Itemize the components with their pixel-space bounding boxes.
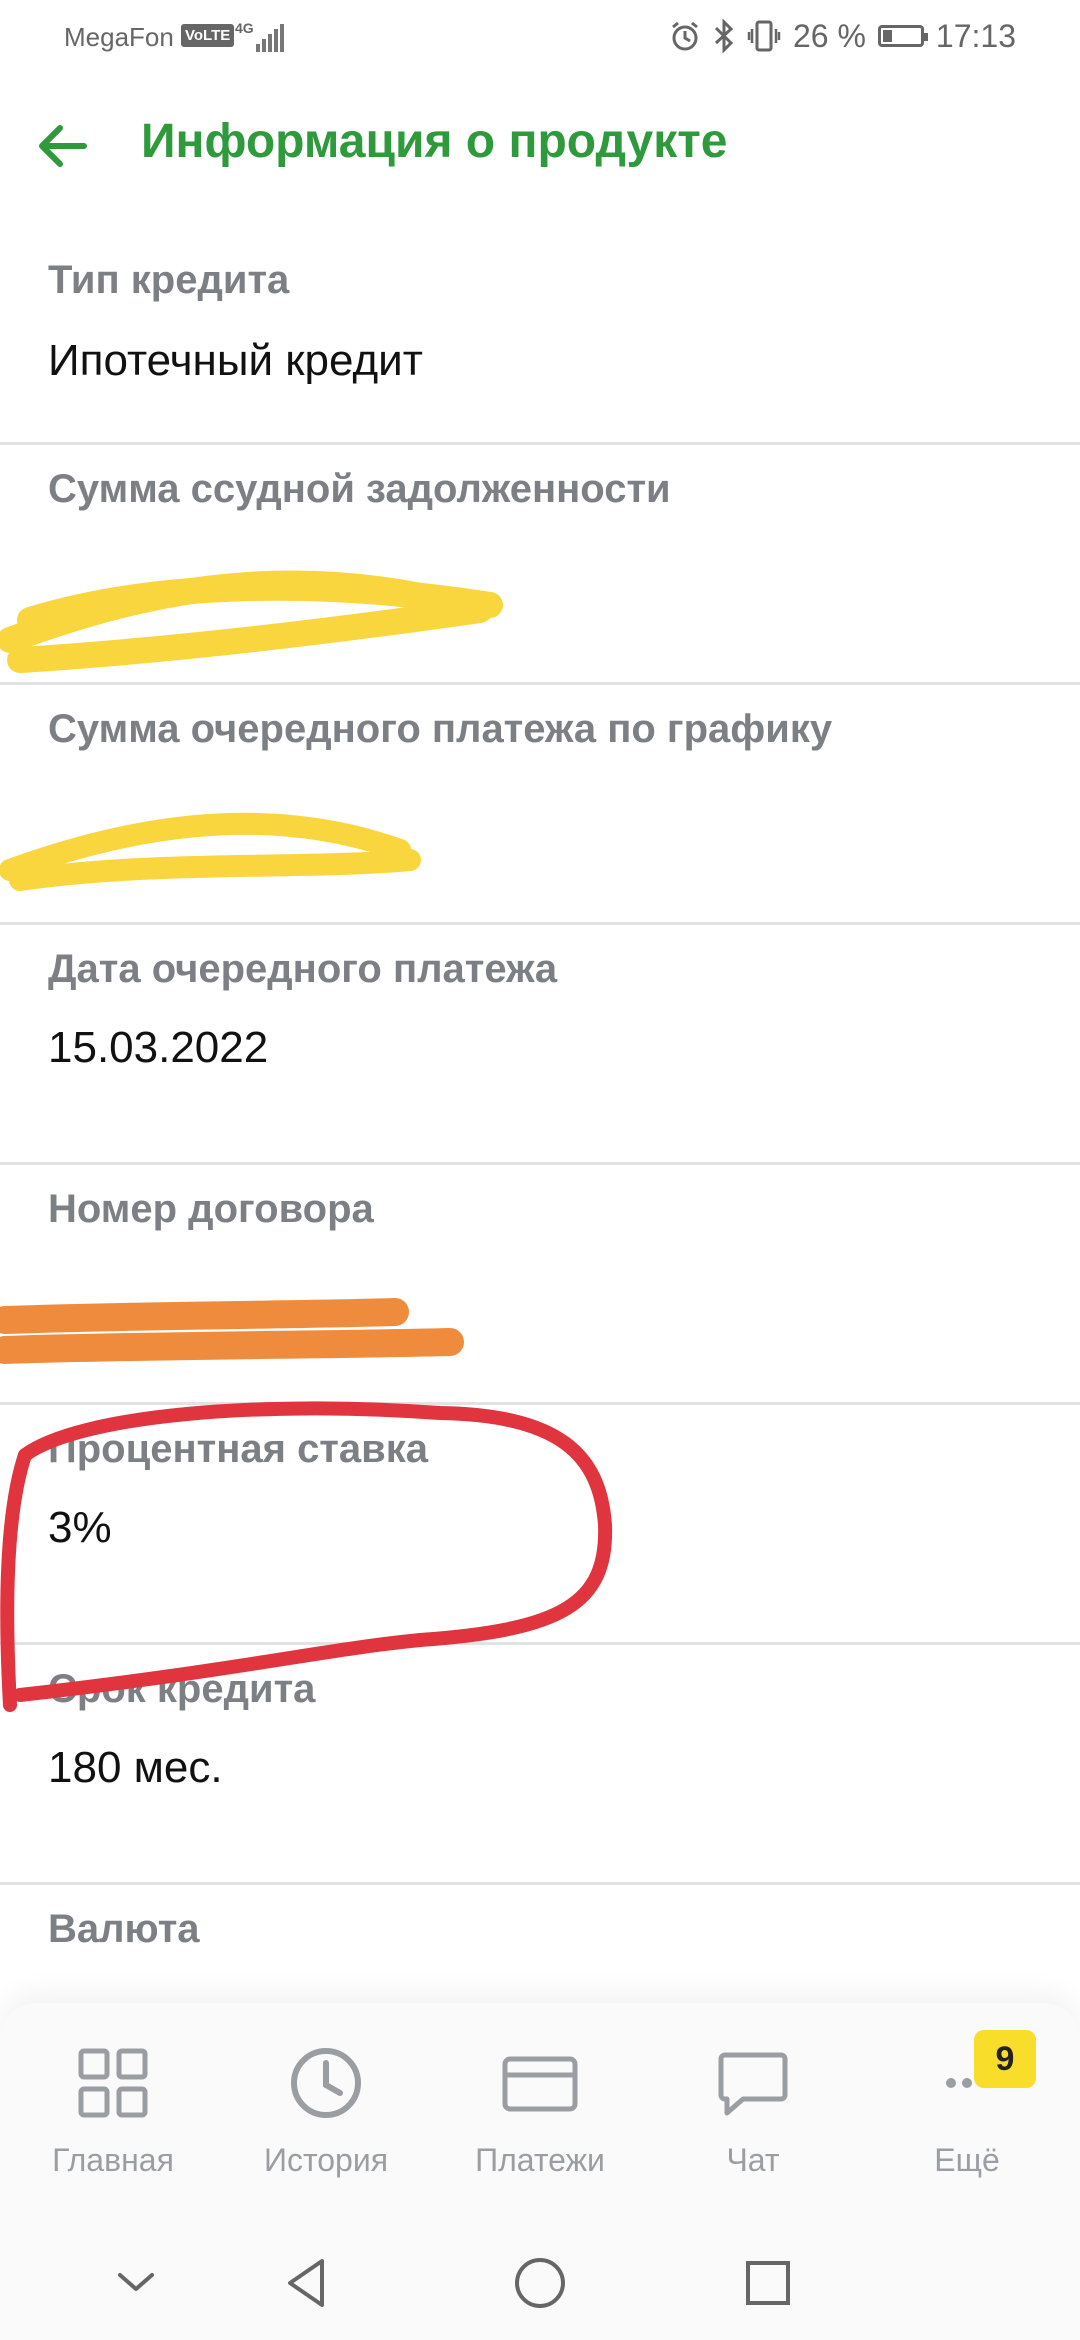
grid-icon [78, 2048, 148, 2118]
battery-icon [877, 25, 928, 47]
signal-icon [256, 24, 286, 52]
more-badge: 9 [974, 2030, 1036, 2088]
product-info-list: Тип кредита Ипотечный кредит Сумма ссудн… [0, 240, 1080, 2125]
status-right: 26 % 17:13 [669, 16, 1016, 56]
system-navigation [0, 2223, 1080, 2340]
nav-main[interactable]: Главная [13, 2043, 213, 2179]
nav-label: История [263, 2142, 389, 2178]
status-bar: MegaFon VoLTE 4G 26 % 17:13 [0, 0, 1080, 76]
carrier-name: MegaFon [64, 22, 174, 52]
vibrate-icon [747, 20, 781, 52]
field-label: Сумма очередного платежа по графику [48, 707, 833, 751]
field-label: Тип кредита [48, 258, 290, 302]
battery-percent: 26 % [792, 17, 866, 54]
chevron-down-icon[interactable] [104, 2251, 168, 2315]
app-bar: Информация о продукте [0, 88, 1080, 198]
nav-chat[interactable]: Чат [653, 2043, 853, 2179]
field-label: Номер договора [48, 1187, 374, 1231]
volte-badge: VoLTE [181, 24, 235, 47]
field-label: Срок кредита [48, 1667, 316, 1711]
network-type: 4G [235, 20, 254, 36]
back-triangle-icon[interactable] [276, 2251, 340, 2315]
field-next-payment-date: Дата очередного платежа 15.03.2022 [0, 925, 1080, 1165]
recents-square-icon[interactable] [736, 2251, 800, 2315]
field-value: 3% [48, 1503, 112, 1552]
nav-label: Платежи [475, 2142, 605, 2178]
clock-time: 17:13 [935, 17, 1016, 54]
nav-label: Главная [52, 2142, 174, 2178]
nav-history[interactable]: История [226, 2043, 426, 2179]
field-label: Процентная ставка [48, 1427, 428, 1471]
bottom-navigation: Главная История Платежи Чат Ещё [0, 2003, 1080, 2223]
field-label: Валюта [48, 1907, 200, 1951]
nav-payments[interactable]: Платежи [440, 2043, 640, 2179]
field-value: 15.03.2022 [48, 1023, 269, 1072]
alarm-icon [672, 21, 698, 51]
field-label: Дата очередного платежа [48, 947, 558, 991]
back-arrow-icon[interactable] [32, 116, 92, 176]
field-credit-type: Тип кредита Ипотечный кредит [0, 240, 1080, 445]
field-interest-rate: Процентная ставка 3% [0, 1405, 1080, 1645]
field-debt-amount: Сумма ссудной задолженности [0, 445, 1080, 685]
field-value: 180 мес. [48, 1743, 223, 1792]
field-loan-term: Срок кредита 180 мес. [0, 1645, 1080, 1885]
chat-bubble-icon [718, 2052, 788, 2116]
bluetooth-icon [714, 19, 734, 53]
page-title: Информация о продукте [141, 115, 728, 168]
field-value: Ипотечный кредит [48, 336, 423, 385]
nav-more[interactable]: Ещё [867, 2043, 1067, 2179]
home-circle-icon[interactable] [508, 2251, 572, 2315]
nav-label: Чат [726, 2142, 780, 2178]
nav-label: Ещё [934, 2142, 1000, 2178]
clock-icon [291, 2048, 361, 2118]
field-label: Сумма ссудной задолженности [48, 467, 671, 511]
card-icon [502, 2056, 578, 2112]
field-contract-number: Номер договора [0, 1165, 1080, 1405]
field-next-payment-amount: Сумма очередного платежа по графику [0, 685, 1080, 925]
